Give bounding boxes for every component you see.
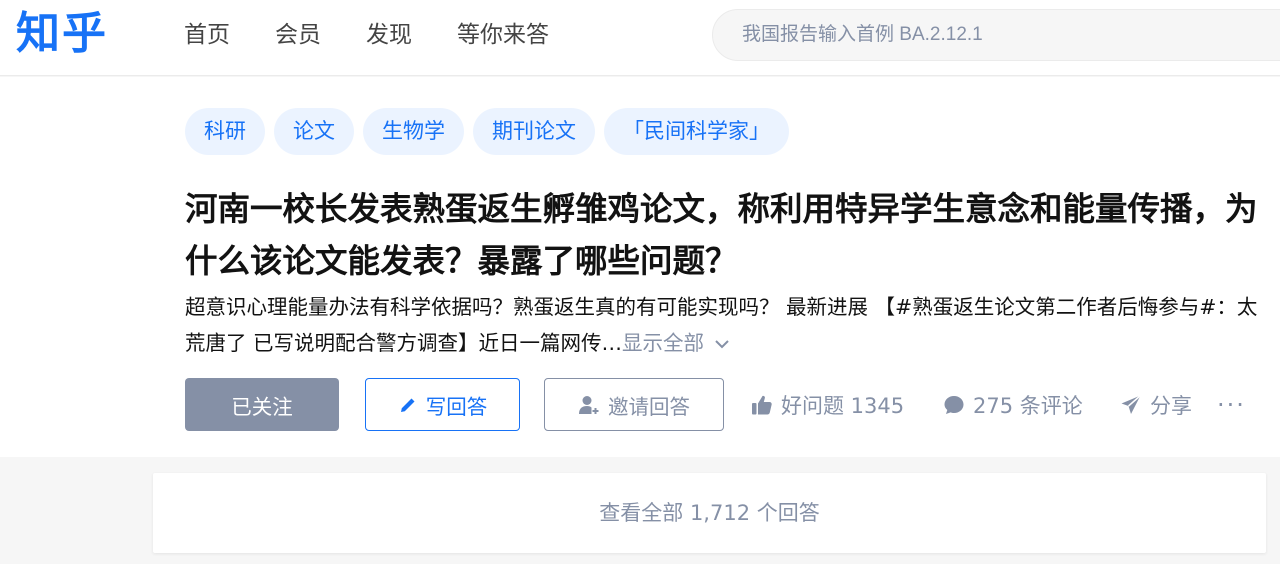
write-answer-button[interactable]: 写回答 — [365, 378, 520, 431]
good-question-label: 好问题 1345 — [781, 393, 905, 418]
topic-tag[interactable]: 论文 — [274, 108, 354, 155]
nav-item-home[interactable]: 首页 — [184, 20, 230, 50]
top-bar: 知乎 首页 会员 发现 等你来答 我国报告输入首例 BA.2.12.1 — [0, 0, 1280, 76]
zhihu-logo[interactable]: 知乎 — [16, 6, 108, 62]
topic-tag[interactable]: 期刊论文 — [473, 108, 595, 155]
view-all-answers-button[interactable]: 查看全部 1,712 个回答 — [153, 473, 1266, 553]
write-answer-label: 写回答 — [425, 394, 488, 419]
question-header-card: 科研 论文 生物学 期刊论文 「民间科学家」 河南一校长发表熟蛋返生孵雏鸡论文，… — [0, 77, 1280, 457]
invite-user-icon — [579, 395, 599, 414]
nav-item-membership[interactable]: 会员 — [275, 20, 321, 50]
topic-tag[interactable]: 科研 — [185, 108, 265, 155]
thumbs-up-icon — [752, 395, 772, 414]
topic-tag[interactable]: 生物学 — [363, 108, 464, 155]
comment-bubble-icon — [944, 395, 964, 414]
show-all-button[interactable]: 显示全部 — [622, 331, 730, 355]
invite-answer-button[interactable]: 邀请回答 — [544, 378, 724, 431]
nav-item-waiting-answers[interactable]: 等你来答 — [457, 20, 549, 50]
topic-tag[interactable]: 「民间科学家」 — [604, 108, 789, 155]
good-question-button[interactable]: 好问题 1345 — [751, 378, 904, 431]
more-button[interactable]: ··· — [1217, 378, 1246, 431]
share-label: 分享 — [1150, 393, 1192, 418]
followed-button[interactable]: 已关注 — [185, 378, 339, 431]
nav-item-discover[interactable]: 发现 — [366, 20, 412, 50]
search-input[interactable]: 我国报告输入首例 BA.2.12.1 — [712, 9, 1280, 61]
pencil-icon — [400, 398, 415, 412]
share-plane-icon — [1121, 394, 1141, 414]
topic-tags: 科研 论文 生物学 期刊论文 「民间科学家」 — [185, 108, 798, 155]
show-all-label: 显示全部 — [622, 331, 705, 355]
main-nav: 首页 会员 发现 等你来答 — [184, 20, 594, 50]
share-button[interactable]: 分享 — [1120, 378, 1192, 431]
comments-label: 275 条评论 — [973, 393, 1083, 418]
question-excerpt: 超意识心理能量办法有科学依据吗？熟蛋返生真的有可能实现吗？ 最新进展 【#熟蛋返… — [185, 289, 1270, 361]
comments-button[interactable]: 275 条评论 — [943, 378, 1083, 431]
more-icon: ··· — [1217, 390, 1246, 419]
chevron-down-icon — [715, 340, 729, 349]
followed-label: 已关注 — [231, 394, 293, 419]
invite-answer-label: 邀请回答 — [608, 394, 690, 419]
question-title: 河南一校长发表熟蛋返生孵雏鸡论文，称利用特异学生意念和能量传播，为什么该论文能发… — [185, 190, 1258, 280]
